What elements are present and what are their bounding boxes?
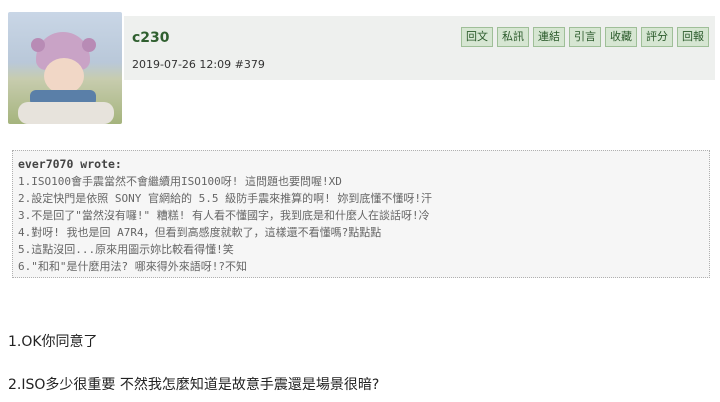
- avatar-hat-ear-right: [82, 38, 96, 52]
- avatar-hat-ear-left: [31, 38, 45, 52]
- post-number[interactable]: #379: [235, 58, 265, 71]
- quote-line: 6."和和"是什麼用法? 哪來得外來語呀!?不知: [18, 260, 247, 273]
- link-button[interactable]: 連結: [533, 27, 565, 47]
- private-message-button[interactable]: 私訊: [497, 27, 529, 47]
- quote-author: ever7070 wrote:: [18, 157, 122, 171]
- quote-line: 3.不是回了"當然沒有囉!" 糟糕! 有人看不懂國字，我到底是和什麼人在談話呀!…: [18, 209, 430, 222]
- post-meta: 2019-07-26 12:09 #379: [132, 58, 265, 71]
- quote-line: 5.這點沒回...原來用圖示妳比較看得懂!笑: [18, 243, 234, 256]
- username[interactable]: c230: [132, 30, 170, 46]
- post-timestamp: 2019-07-26 12:09: [132, 58, 232, 71]
- post-actions: 回文 私訊 連結 引言 收藏 評分 回報: [461, 27, 709, 47]
- post-header: c230 2019-07-26 12:09 #379 回文 私訊 連結 引言 收…: [0, 0, 720, 128]
- quote-line: 2.設定快門是依照 SONY 官網給的 5.5 級防手震來推算的啊! 妳到底懂不…: [18, 192, 432, 205]
- quote-button[interactable]: 引言: [569, 27, 601, 47]
- reply-text: 2.ISO多少很重要 不然我怎麼知道是故意手震還是場景很暗?: [8, 377, 380, 393]
- reply-text: 1.OK你同意了: [8, 334, 98, 350]
- quote-block: ever7070 wrote: 1.ISO100會手震當然不會繼續用ISO100…: [12, 150, 710, 278]
- post-info-bar: c230 2019-07-26 12:09 #379 回文 私訊 連結 引言 收…: [124, 16, 715, 80]
- reply-button[interactable]: 回文: [461, 27, 493, 47]
- rate-button[interactable]: 評分: [641, 27, 673, 47]
- quote-line: 1.ISO100會手震當然不會繼續用ISO100呀! 這問題也要問喔!XD: [18, 175, 342, 188]
- quote-line: 4.對呀! 我也是回 A7R4，但看到高感度就軟了，這樣還不看懂嗎?點點點: [18, 226, 382, 239]
- favorite-button[interactable]: 收藏: [605, 27, 637, 47]
- report-button[interactable]: 回報: [677, 27, 709, 47]
- avatar[interactable]: [8, 12, 122, 124]
- avatar-arm: [18, 102, 114, 124]
- avatar-face: [44, 58, 84, 94]
